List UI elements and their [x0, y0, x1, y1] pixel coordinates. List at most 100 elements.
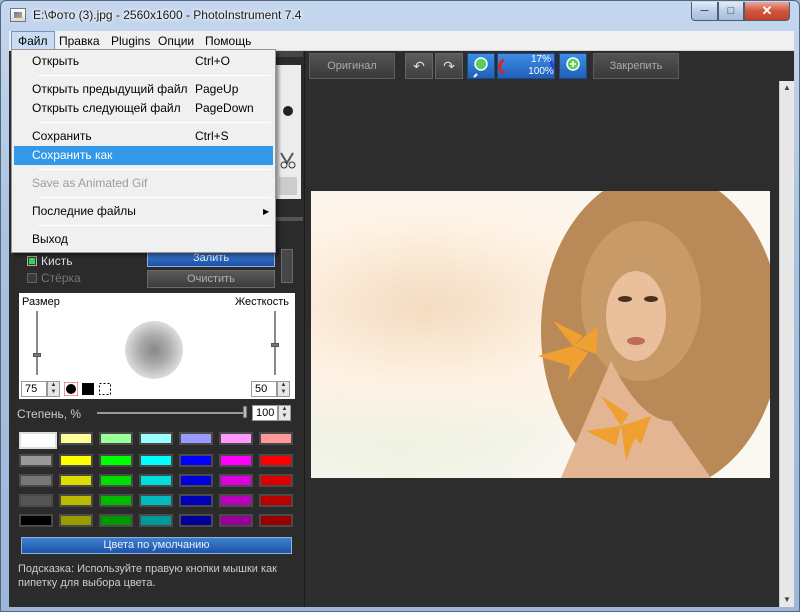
clear-button[interactable]: Очистить — [147, 270, 275, 288]
color-swatch[interactable] — [179, 494, 213, 507]
color-swatch[interactable] — [179, 514, 213, 527]
color-swatch[interactable] — [19, 454, 53, 467]
color-swatch[interactable] — [59, 514, 93, 527]
degree-slider-thumb[interactable] — [243, 406, 247, 418]
magnifier-minus-icon — [473, 57, 488, 78]
eraser-checkbox[interactable] — [27, 273, 37, 283]
size-slider-track[interactable] — [36, 311, 38, 375]
color-swatch[interactable] — [259, 432, 293, 445]
zoom-out-icon[interactable] — [467, 53, 495, 79]
menu-save-as-label: Сохранить как — [32, 148, 113, 162]
vertical-scrollbar[interactable]: ▲ ▼ — [779, 81, 794, 607]
magnifier-plus-icon — [566, 57, 580, 71]
color-swatch[interactable] — [219, 432, 253, 445]
hint-text: Подсказка: Используйте правую кнопки мыш… — [18, 563, 277, 589]
menu-save-as[interactable]: Сохранить как — [14, 146, 273, 165]
degree-label: Степень, % — [17, 407, 82, 421]
degree-input[interactable]: 100 — [252, 405, 278, 421]
menu-save-shortcut: Ctrl+S — [195, 129, 229, 143]
photo-image — [311, 191, 770, 478]
redo-icon[interactable]: ↷ — [435, 53, 463, 79]
dotted-brush-icon[interactable] — [98, 382, 112, 396]
color-swatch[interactable] — [219, 454, 253, 467]
menu-open-previous[interactable]: Открыть предыдущий файл PageUp — [14, 80, 273, 99]
size-input[interactable]: 75 — [21, 381, 47, 397]
menu-bar: Файл Правка Plugins Опции Помощь — [9, 31, 794, 51]
color-swatch[interactable] — [219, 514, 253, 527]
color-swatch[interactable] — [99, 514, 133, 527]
brush-checkbox[interactable] — [27, 256, 37, 266]
menu-recent-files[interactable]: Последние файлы ▶ — [14, 202, 273, 221]
color-swatch[interactable] — [59, 474, 93, 487]
menu-save-animated-gif[interactable]: Save as Animated Gif — [14, 174, 273, 193]
tool-thumbnails[interactable] — [275, 65, 301, 199]
menu-separator — [38, 169, 271, 170]
degree-stepper[interactable]: ▲ ▼ — [278, 405, 291, 421]
color-swatch[interactable] — [259, 454, 293, 467]
color-swatch[interactable] — [179, 474, 213, 487]
menu-exit[interactable]: Выход — [14, 230, 273, 249]
color-swatch[interactable] — [99, 474, 133, 487]
color-swatch[interactable] — [179, 432, 213, 445]
eraser-label: Стёрка — [41, 271, 81, 285]
size-slider-thumb[interactable] — [33, 353, 41, 357]
menu-edit[interactable]: Правка — [53, 31, 106, 51]
pin-button[interactable]: Закрепить — [593, 53, 679, 79]
menu-open-previous-shortcut: PageUp — [195, 82, 239, 96]
color-swatch[interactable] — [19, 514, 53, 527]
app-icon[interactable] — [10, 8, 26, 22]
image-canvas[interactable] — [309, 81, 779, 607]
color-swatch[interactable] — [219, 494, 253, 507]
color-swatch[interactable] — [99, 432, 133, 445]
undo-icon[interactable]: ↶ — [405, 53, 433, 79]
degree-slider-track[interactable] — [97, 412, 247, 414]
color-swatch[interactable] — [179, 454, 213, 467]
color-swatch[interactable] — [59, 454, 93, 467]
brush-preview — [125, 321, 183, 379]
color-swatch[interactable] — [19, 474, 53, 487]
color-swatch[interactable] — [19, 432, 57, 449]
color-swatch[interactable] — [259, 474, 293, 487]
color-swatch[interactable] — [19, 494, 53, 507]
color-swatch[interactable] — [139, 454, 173, 467]
menu-save[interactable]: Сохранить Ctrl+S — [14, 127, 273, 146]
color-swatch[interactable] — [139, 514, 173, 527]
default-colors-button[interactable]: Цвета по умолчанию — [21, 537, 292, 554]
original-button[interactable]: Оригинал — [309, 53, 395, 79]
color-swatch[interactable] — [139, 474, 173, 487]
scroll-down-icon[interactable]: ▼ — [780, 593, 794, 607]
color-swatch[interactable] — [139, 432, 173, 445]
menu-help[interactable]: Помощь — [199, 31, 257, 51]
menu-open[interactable]: Открыть Ctrl+O — [14, 52, 273, 71]
maximize-button[interactable]: □ — [718, 2, 744, 21]
color-swatch[interactable] — [139, 494, 173, 507]
square-brush-icon[interactable] — [81, 382, 95, 396]
menu-plugins[interactable]: Plugins — [105, 31, 156, 51]
scroll-up-icon[interactable]: ▲ — [780, 81, 794, 95]
color-swatch[interactable] — [259, 494, 293, 507]
menu-options[interactable]: Опции — [152, 31, 200, 51]
menu-open-next[interactable]: Открыть следующей файл PageDown — [14, 99, 273, 118]
menu-separator — [38, 75, 271, 76]
color-swatch[interactable] — [99, 494, 133, 507]
title-bar[interactable]: E:\Фото (3).jpg - 2560x1600 - PhotoInstr… — [1, 1, 799, 31]
menu-file[interactable]: Файл — [11, 31, 55, 51]
tool-thumbnail-icons — [279, 106, 297, 195]
close-button[interactable]: ✕ — [744, 2, 790, 21]
hardness-slider-thumb[interactable] — [271, 343, 279, 347]
menu-separator — [38, 197, 271, 198]
size-stepper[interactable]: ▲ ▼ — [47, 381, 60, 397]
zoom-in-icon[interactable] — [559, 53, 587, 79]
color-swatch[interactable] — [259, 514, 293, 527]
color-swatch[interactable] — [219, 474, 253, 487]
color-swatch[interactable] — [59, 494, 93, 507]
zoom-percent: 17% — [530, 54, 551, 65]
hardness-input[interactable]: 50 — [251, 381, 277, 397]
hardness-stepper[interactable]: ▲ ▼ — [277, 381, 290, 397]
color-swatch[interactable] — [59, 432, 93, 445]
color-swatch[interactable] — [99, 454, 133, 467]
panel-scroll-handle[interactable] — [281, 249, 293, 283]
minimize-button[interactable]: ─ — [691, 2, 718, 21]
window-title: E:\Фото (3).jpg - 2560x1600 - PhotoInstr… — [33, 8, 302, 22]
round-brush-icon[interactable] — [64, 382, 78, 396]
